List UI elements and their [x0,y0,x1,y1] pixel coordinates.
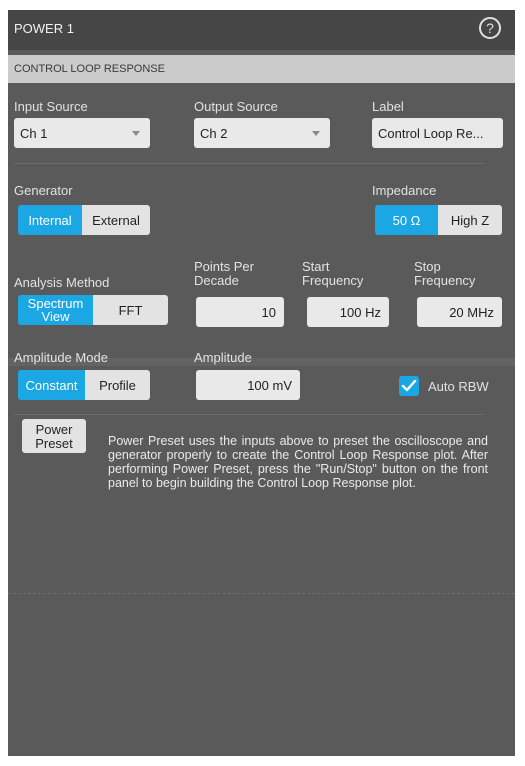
dashed-divider [8,593,515,595]
points-per-decade-input[interactable]: 10 [196,297,284,327]
output-source-dropdown[interactable]: Ch 2 [194,118,330,148]
input-source-label: Input Source [14,99,88,114]
output-source-value: Ch 2 [200,126,228,141]
divider [14,163,484,164]
generator-label: Generator [14,183,73,198]
section-header: CONTROL LOOP RESPONSE [8,55,515,83]
analysis-method-label: Analysis Method [14,275,110,290]
amplitude-constant-option[interactable]: Constant [18,370,85,400]
amplitude-input[interactable]: 100 mV [196,370,300,400]
section-title: CONTROL LOOP RESPONSE [14,63,165,75]
points-per-decade-value: 10 [261,305,276,320]
chevron-down-icon [132,131,140,136]
label-input-value: Control Loop Re... [378,126,484,141]
help-icon[interactable]: ? [479,17,501,39]
analysis-spectrum-view-option[interactable]: Spectrum View [18,295,93,325]
power-preset-button[interactable]: Power Preset [22,419,86,453]
generator-toggle: Internal External [18,205,150,235]
start-frequency-label: Start Frequency [302,259,364,288]
power-preset-description: Power Preset uses the inputs above to pr… [108,434,488,490]
power-panel: POWER 1 ? CONTROL LOOP RESPONSE Input So… [8,10,515,756]
stop-frequency-value: 20 MHz [449,305,494,320]
amplitude-profile-option[interactable]: Profile [85,370,150,400]
impedance-toggle: 50 Ω High Z [375,205,502,235]
check-icon [401,379,417,392]
divider [14,414,484,415]
impedance-50-ohm-option[interactable]: 50 Ω [375,205,438,235]
input-source-value: Ch 1 [20,126,48,141]
impedance-high-z-option[interactable]: High Z [438,205,502,235]
auto-rbw-label: Auto RBW [428,379,489,394]
points-per-decade-label: Points Per Decade [194,259,254,288]
amplitude-value: 100 mV [247,378,292,393]
window-title: POWER 1 [14,21,74,36]
chevron-down-icon [312,131,320,136]
analysis-method-toggle: Spectrum View FFT [18,295,168,325]
amplitude-mode-toggle: Constant Profile [18,370,150,400]
generator-external-option[interactable]: External [82,205,150,235]
output-source-label: Output Source [194,99,278,114]
analysis-fft-option[interactable]: FFT [93,295,168,325]
start-frequency-value: 100 Hz [339,305,381,320]
screen-streak [0,358,525,366]
title-bar: POWER 1 ? [8,10,515,50]
generator-internal-option[interactable]: Internal [18,205,82,235]
start-frequency-input[interactable]: 100 Hz [307,297,389,327]
label-input[interactable]: Control Loop Re... [372,118,503,148]
stop-frequency-input[interactable]: 20 MHz [417,297,502,327]
label-field-label: Label [372,99,404,114]
stop-frequency-label: Stop Frequency [414,259,476,288]
auto-rbw-checkbox[interactable] [399,376,419,396]
input-source-dropdown[interactable]: Ch 1 [14,118,150,148]
impedance-label: Impedance [372,183,437,198]
